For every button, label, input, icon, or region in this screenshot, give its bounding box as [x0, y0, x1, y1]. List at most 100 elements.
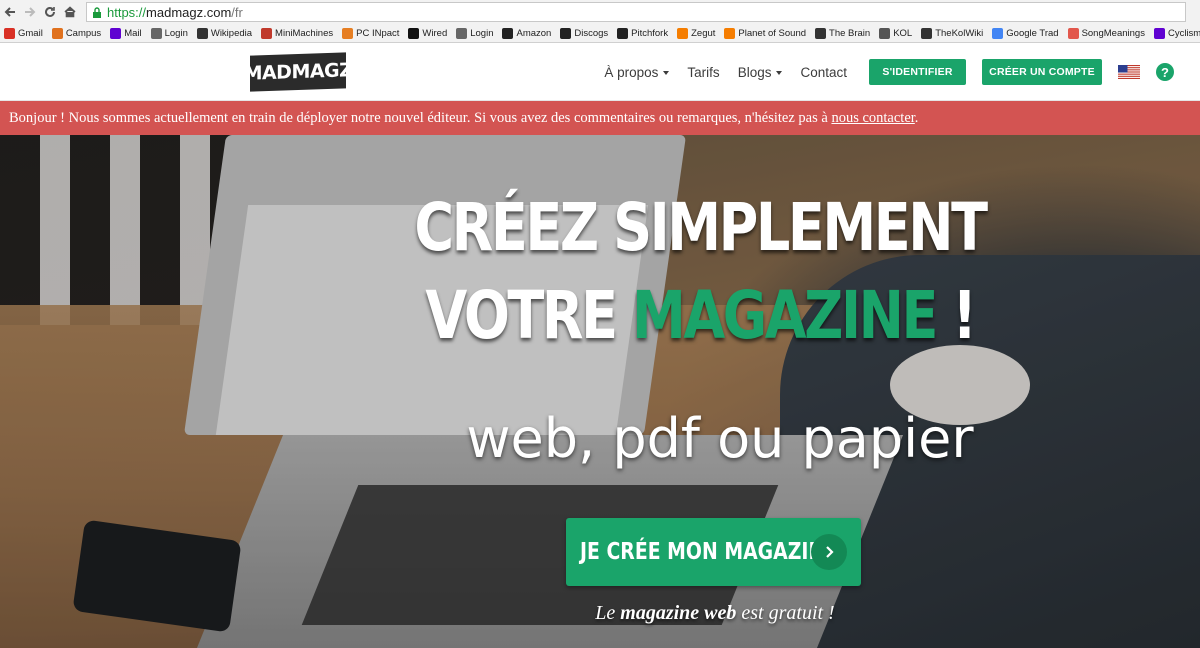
bookmark-label: Wired [422, 27, 448, 39]
blogger-icon [724, 27, 736, 39]
bookmark-label: MiniMachines [275, 27, 334, 39]
top-nav: À propos Tarifs Blogs Contact S'IDENTIFI… [604, 58, 1174, 86]
bookmarks-bar: Gmail Campus Mail Login Wikipedia MiniMachine… [0, 24, 1200, 43]
bookmark-label: Planet of Sound [738, 27, 807, 39]
free-note: Le magazine web est gratuit ! [560, 602, 870, 625]
yahoo-icon [1153, 27, 1165, 39]
nav-about-dropdown[interactable]: À propos [604, 64, 670, 80]
arrow-right-icon [25, 7, 36, 17]
bookmark-label: PC INpact [356, 27, 400, 39]
bookmark-item[interactable]: Pitchfork [617, 27, 669, 39]
headline-line2-suffix: ! [935, 277, 977, 354]
headline-line2-prefix: VOTRE [425, 277, 632, 354]
pcinpact-icon [342, 27, 354, 39]
free-note-bold: magazine web [620, 602, 737, 624]
bookmark-item[interactable]: MiniMachines [261, 27, 334, 39]
discogs-icon [560, 27, 572, 39]
browser-toolbar: https:// madmagz.com /fr [0, 0, 1200, 24]
minimachines-icon [261, 27, 273, 39]
kol-icon [879, 27, 891, 39]
create-magazine-button[interactable]: JE CRÉE MON MAGAZINE [566, 518, 861, 586]
home-button[interactable] [60, 2, 80, 22]
wikipedia-icon [196, 27, 208, 39]
reload-button[interactable] [40, 2, 60, 22]
site-header: MADMAGZ À propos Tarifs Blogs Contact S'… [0, 44, 1200, 101]
hero-subheadline: web, pdf ou papier [466, 407, 974, 470]
bookmark-item[interactable]: The Brain [815, 27, 871, 39]
bookmark-item[interactable]: Login [150, 27, 188, 39]
bookmark-item[interactable]: Wikipedia [196, 27, 253, 39]
headline-highlight: MAGAZINE [631, 277, 938, 354]
bookmark-label: Campus [65, 27, 102, 39]
nav-blogs-dropdown[interactable]: Blogs [738, 65, 783, 80]
free-note-prefix: Le [595, 602, 621, 624]
bookmark-label: Cyclisme [1167, 27, 1200, 39]
blogger-icon [677, 27, 689, 39]
bookmark-label: Discogs [574, 27, 609, 39]
url-bar[interactable]: https:// madmagz.com /fr [86, 2, 1186, 22]
bookmark-item[interactable]: Mail [110, 27, 142, 39]
bookmark-item[interactable]: Google Trad [992, 27, 1059, 39]
login-icon [456, 27, 468, 39]
forward-button[interactable] [20, 2, 40, 22]
bookmark-item[interactable]: Wired [408, 27, 448, 39]
home-icon [64, 6, 76, 18]
nav-blogs-label: Blogs [737, 64, 772, 80]
bookmark-item[interactable]: SongMeanings [1067, 27, 1145, 39]
bookmark-label: Mail [124, 27, 142, 39]
pitchfork-icon [617, 27, 629, 39]
bookmark-label: KOL [893, 27, 913, 39]
nav-contact[interactable]: Contact [800, 65, 847, 80]
bookmark-item[interactable]: Planet of Sound [724, 27, 807, 39]
bookmark-item[interactable]: Gmail [4, 27, 43, 39]
back-button[interactable] [0, 2, 20, 22]
kolwiki-icon [921, 27, 933, 39]
nav-about-label: À propos [604, 64, 659, 80]
announcement-banner: Bonjour ! Nous sommes actuellement en tr… [0, 101, 1200, 135]
thebrain-icon [815, 27, 827, 39]
cta-label: JE CRÉE MON MAGAZINE [580, 539, 838, 565]
bookmark-item[interactable]: PC INpact [342, 27, 400, 39]
gmail-icon [4, 27, 15, 39]
lock-icon [91, 6, 103, 18]
wired-icon [408, 27, 420, 39]
bookmark-label: Amazon [516, 27, 552, 39]
hero-section: CRÉEZ SIMPLEMENT VOTRE MAGAZINE ! web, p… [0, 135, 1200, 648]
bookmark-label: Pitchfork [631, 27, 669, 39]
bookmark-label: Google Trad [1006, 27, 1059, 39]
campus-icon [51, 27, 63, 39]
bookmark-item[interactable]: Login [456, 27, 494, 39]
translate-icon [992, 27, 1004, 39]
headline-line1: CRÉEZ SIMPLEMENT [414, 189, 988, 266]
bookmark-label: Wikipedia [210, 27, 253, 39]
bookmark-item[interactable]: Amazon [502, 27, 552, 39]
songmeanings-icon [1067, 27, 1079, 39]
madmagz-logo[interactable]: MADMAGZ [244, 52, 352, 92]
bookmark-label: SongMeanings [1081, 27, 1145, 39]
yahoo-icon [110, 27, 122, 39]
bookmark-item[interactable]: Discogs [560, 27, 609, 39]
bookmark-item[interactable]: Cyclisme [1153, 27, 1200, 39]
amazon-icon [502, 27, 514, 39]
reload-icon [45, 6, 55, 17]
headline-line2: VOTRE MAGAZINE ! [372, 283, 1028, 349]
bookmark-item[interactable]: Campus [51, 27, 102, 39]
url-protocol: https:// [107, 4, 147, 20]
url-path: /fr [231, 4, 243, 20]
nav-pricing[interactable]: Tarifs [687, 65, 719, 80]
contact-link[interactable]: nous contacter [831, 110, 914, 126]
login-button[interactable]: S'IDENTIFIER [869, 59, 966, 85]
bookmark-item[interactable]: Zegut [677, 27, 715, 39]
bookmark-item[interactable]: TheKolWiki [921, 27, 983, 39]
signup-button[interactable]: CRÉER UN COMPTE [982, 59, 1102, 85]
bookmark-item[interactable]: KOL [879, 27, 913, 39]
help-icon[interactable]: ? [1156, 63, 1174, 81]
announcement-text: Bonjour ! Nous sommes actuellement en tr… [9, 109, 832, 126]
bookmark-label: Login [470, 27, 494, 39]
us-flag-icon[interactable] [1118, 65, 1140, 79]
url-host: madmagz.com [146, 4, 232, 20]
nav-contact-label: Contact [800, 64, 847, 80]
bookmark-label: The Brain [829, 27, 871, 39]
arrow-left-icon [4, 7, 15, 17]
caret-down-icon [776, 71, 783, 75]
